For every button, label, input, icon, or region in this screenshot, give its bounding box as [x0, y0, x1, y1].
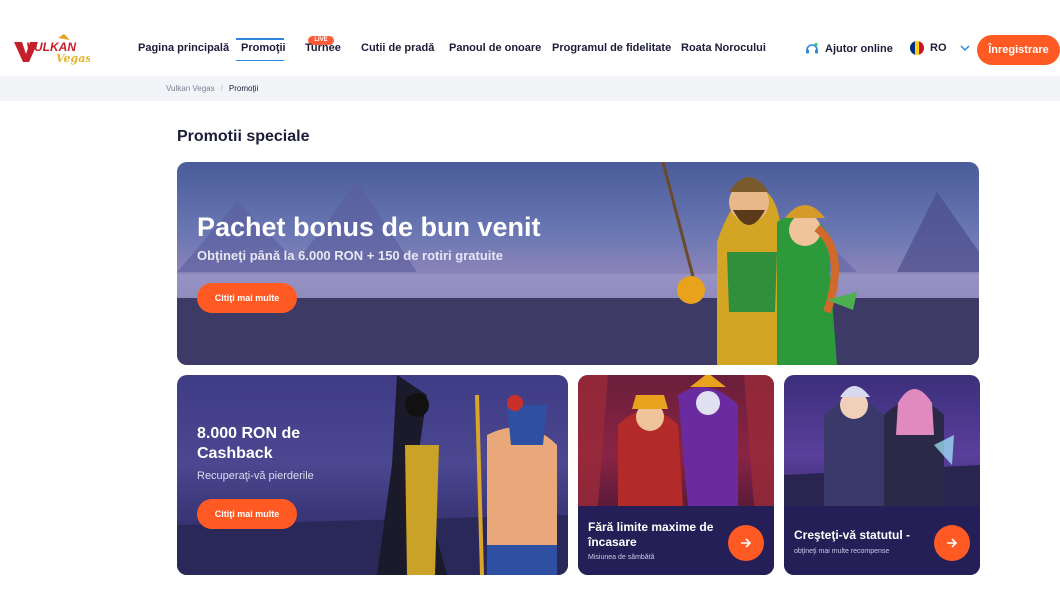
- nav-loyalty-program[interactable]: Programul de fidelitate: [552, 42, 671, 54]
- cashback-read-more-button[interactable]: Citiţi mai multe: [197, 499, 297, 529]
- welcome-bonus-card[interactable]: Pachet bonus de bun venit Obţineţi până …: [177, 162, 979, 365]
- svg-text:Vegas: Vegas: [56, 52, 90, 65]
- arrow-right-icon: [741, 538, 752, 548]
- breadcrumb-bar: Vulkan Vegas / Promoţii: [0, 76, 1060, 101]
- breadcrumb-current: Promoţii: [228, 84, 259, 93]
- help-label: Ajutor online: [825, 43, 893, 55]
- chevron-down-icon: [959, 45, 970, 52]
- nav-home[interactable]: Pagina principală: [138, 42, 229, 54]
- hero-subtitle: Obţineţi până la 6.000 RON + 150 de roti…: [197, 248, 503, 263]
- page-title: Promotii speciale: [177, 128, 310, 145]
- headset-icon: [806, 42, 818, 54]
- romania-flag-icon: [910, 41, 924, 55]
- no-cashout-limit-card[interactable]: Fără limite maxime de încasare Misiunea …: [578, 375, 774, 575]
- vulkan-vegas-logo[interactable]: VULKAN Vegas: [12, 34, 92, 66]
- nav-loot-boxes[interactable]: Cutii de pradă: [361, 42, 434, 54]
- promo-subtitle: Misiunea de sâmbătă: [588, 554, 655, 561]
- arrow-right-icon: [947, 538, 958, 548]
- nav-tournaments[interactable]: Turnee: [305, 42, 341, 54]
- promo-title: Creşteţi-vă statutul -: [794, 528, 911, 542]
- language-selector[interactable]: RO: [910, 41, 971, 55]
- nav-promotions[interactable]: Promoţii: [241, 42, 286, 54]
- promo-title: Fără limite maxime de încasare: [588, 520, 714, 549]
- cashback-card[interactable]: 8.000 RON de Cashback Recuperaţi-vă pier…: [177, 375, 568, 575]
- register-button[interactable]: Înregistrare: [977, 35, 1060, 65]
- promo-arrow-button[interactable]: [728, 525, 764, 561]
- hero-title: Pachet bonus de bun venit: [197, 212, 541, 242]
- breadcrumb-separator: /: [220, 84, 223, 93]
- jester-characters-illustration: [578, 375, 774, 506]
- promo-footer: Creşteţi-vă statutul - obţineţi mai mult…: [784, 506, 980, 575]
- active-tab-underline: [236, 60, 284, 61]
- status-upgrade-card[interactable]: Creşteţi-vă statutul - obţineţi mai mult…: [784, 375, 980, 575]
- language-code: RO: [930, 42, 947, 54]
- nav-hall-of-fame[interactable]: Panoul de onoare: [449, 42, 541, 54]
- site-header: VULKAN Vegas Pagina principală Promoţii …: [0, 0, 1060, 76]
- fisherman-characters-illustration: [661, 162, 857, 365]
- cyber-characters-illustration: [784, 386, 980, 506]
- online-help-button[interactable]: Ajutor online: [805, 42, 893, 56]
- breadcrumb: Vulkan Vegas / Promoţii: [166, 84, 258, 93]
- active-tab-indicator: [236, 38, 284, 40]
- breadcrumb-home-link[interactable]: Vulkan Vegas: [166, 84, 215, 93]
- nav-wheel-of-fortune[interactable]: Roata Norocului: [681, 42, 766, 54]
- hero-read-more-button[interactable]: Citiţi mai multe: [197, 283, 297, 313]
- promo-footer: Fără limite maxime de încasare Misiunea …: [578, 506, 774, 575]
- promo-arrow-button[interactable]: [934, 525, 970, 561]
- cashback-title: 8.000 RON de Cashback: [197, 425, 301, 462]
- promo-subtitle: obţineţi mai multe recompense: [794, 548, 890, 555]
- cashback-subtitle: Recuperaţi-vă pierderile: [197, 470, 314, 482]
